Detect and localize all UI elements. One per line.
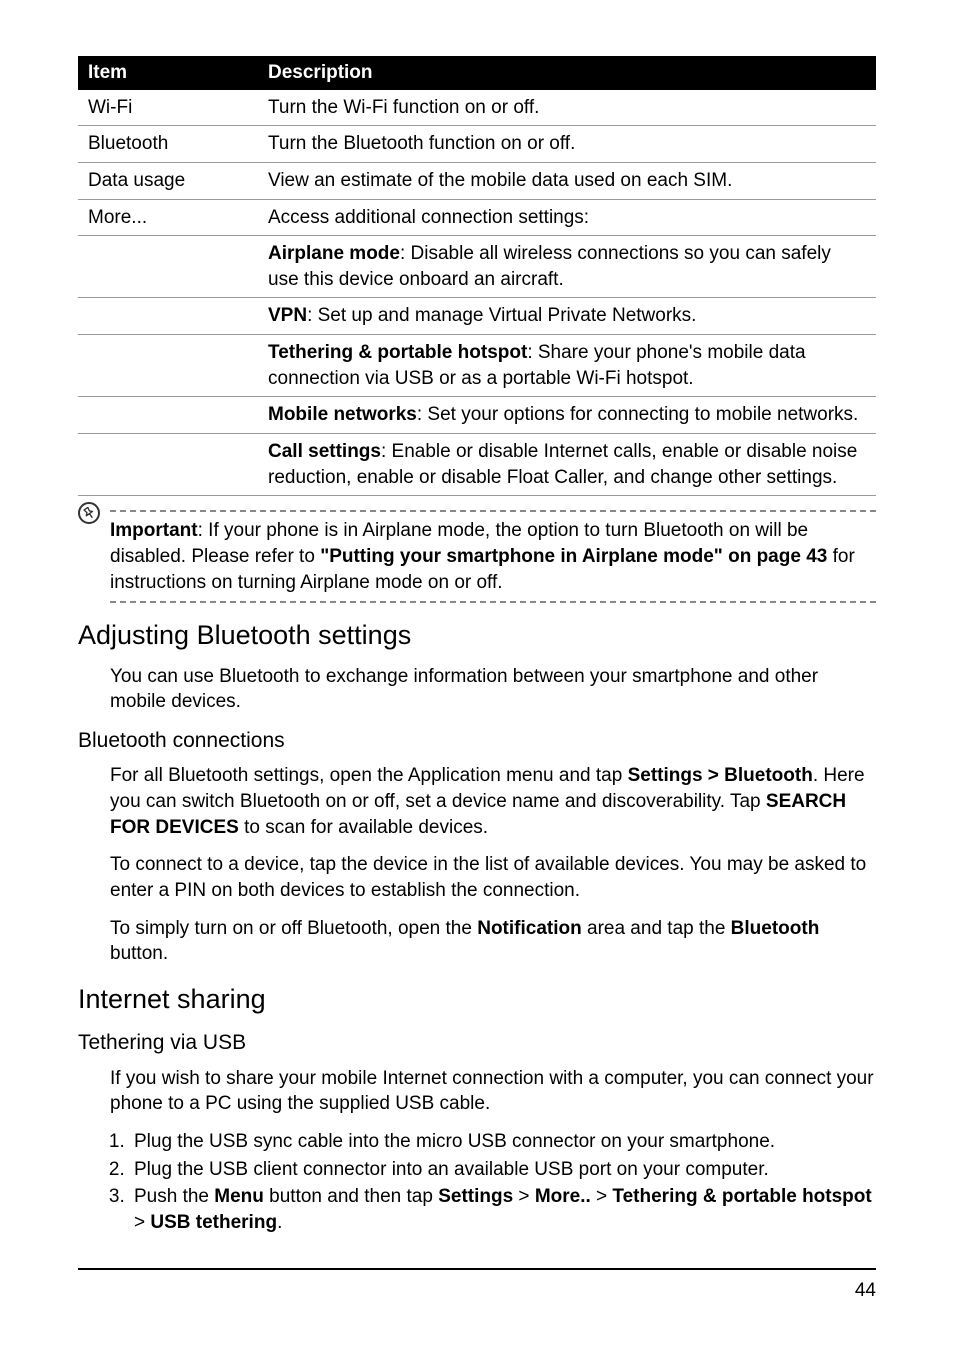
usb-steps: Plug the USB sync cable into the micro U…: [130, 1129, 876, 1236]
item-cell: Wi-Fi: [78, 90, 258, 126]
item-cell: [78, 298, 258, 335]
table-row: Mobile networks: Set your options for co…: [78, 397, 876, 434]
btc-p2: To connect to a device, tap the device i…: [110, 852, 876, 903]
vpn-label: VPN: [268, 305, 307, 326]
table-row: Wi-Fi Turn the Wi-Fi function on or off.: [78, 90, 876, 126]
call-label: Call settings: [268, 441, 381, 462]
list-item: Plug the USB sync cable into the micro U…: [130, 1129, 876, 1155]
page-number: 44: [78, 1278, 876, 1304]
dash-line-top: [110, 510, 876, 512]
desc-cell: View an estimate of the mobile data used…: [258, 162, 876, 199]
desc-cell: Airplane mode: Disable all wireless conn…: [258, 236, 876, 298]
item-cell: [78, 236, 258, 298]
pin-icon: [83, 507, 95, 519]
dash-line-bottom: [110, 601, 876, 603]
col-desc-header: Description: [258, 56, 876, 90]
desc-cell: Tethering & portable hotspot: Share your…: [258, 335, 876, 397]
note-body: Important: If your phone is in Airplane …: [110, 518, 876, 595]
bluetooth-settings-heading: Adjusting Bluetooth settings: [78, 617, 876, 653]
tethering-usb-heading: Tethering via USB: [78, 1029, 876, 1057]
desc-cell: Turn the Bluetooth function on or off.: [258, 126, 876, 163]
usb-intro: If you wish to share your mobile Interne…: [110, 1066, 876, 1117]
desc-cell: Turn the Wi-Fi function on or off.: [258, 90, 876, 126]
table-row: More... Access additional connection set…: [78, 199, 876, 236]
table-row: Data usage View an estimate of the mobil…: [78, 162, 876, 199]
item-cell: [78, 434, 258, 496]
item-cell: [78, 397, 258, 434]
settings-table: Item Description Wi-Fi Turn the Wi-Fi fu…: [78, 56, 876, 496]
bluetooth-intro: You can use Bluetooth to exchange inform…: [110, 664, 876, 715]
vpn-text: : Set up and manage Virtual Private Netw…: [307, 305, 696, 326]
note-pin-icon: [78, 502, 100, 524]
important-note: Important: If your phone is in Airplane …: [78, 510, 876, 603]
btc-p1: For all Bluetooth settings, open the App…: [110, 763, 876, 840]
note-ref: "Putting your smartphone in Airplane mod…: [320, 546, 827, 567]
item-cell: Bluetooth: [78, 126, 258, 163]
desc-cell: VPN: Set up and manage Virtual Private N…: [258, 298, 876, 335]
table-row: Bluetooth Turn the Bluetooth function on…: [78, 126, 876, 163]
tether-label: Tethering & portable hotspot: [268, 342, 527, 363]
table-row: VPN: Set up and manage Virtual Private N…: [78, 298, 876, 335]
airplane-label: Airplane mode: [268, 243, 400, 264]
bluetooth-connections-heading: Bluetooth connections: [78, 727, 876, 755]
desc-cell: Mobile networks: Set your options for co…: [258, 397, 876, 434]
list-item: Plug the USB client connector into an av…: [130, 1157, 876, 1183]
desc-cell: Access additional connection settings:: [258, 199, 876, 236]
table-row: Tethering & portable hotspot: Share your…: [78, 335, 876, 397]
list-item: Push the Menu button and then tap Settin…: [130, 1184, 876, 1235]
btc-p3: To simply turn on or off Bluetooth, open…: [110, 916, 876, 967]
page-footer: 44: [78, 1268, 876, 1304]
footer-line: [78, 1268, 876, 1270]
table-row: Airplane mode: Disable all wireless conn…: [78, 236, 876, 298]
item-cell: Data usage: [78, 162, 258, 199]
col-item-header: Item: [78, 56, 258, 90]
desc-cell: Call settings: Enable or disable Interne…: [258, 434, 876, 496]
item-cell: [78, 335, 258, 397]
item-cell: More...: [78, 199, 258, 236]
table-row: Call settings: Enable or disable Interne…: [78, 434, 876, 496]
internet-sharing-heading: Internet sharing: [78, 981, 876, 1017]
mobile-text: : Set your options for connecting to mob…: [417, 404, 858, 425]
mobile-label: Mobile networks: [268, 404, 417, 425]
important-label: Important: [110, 520, 198, 541]
